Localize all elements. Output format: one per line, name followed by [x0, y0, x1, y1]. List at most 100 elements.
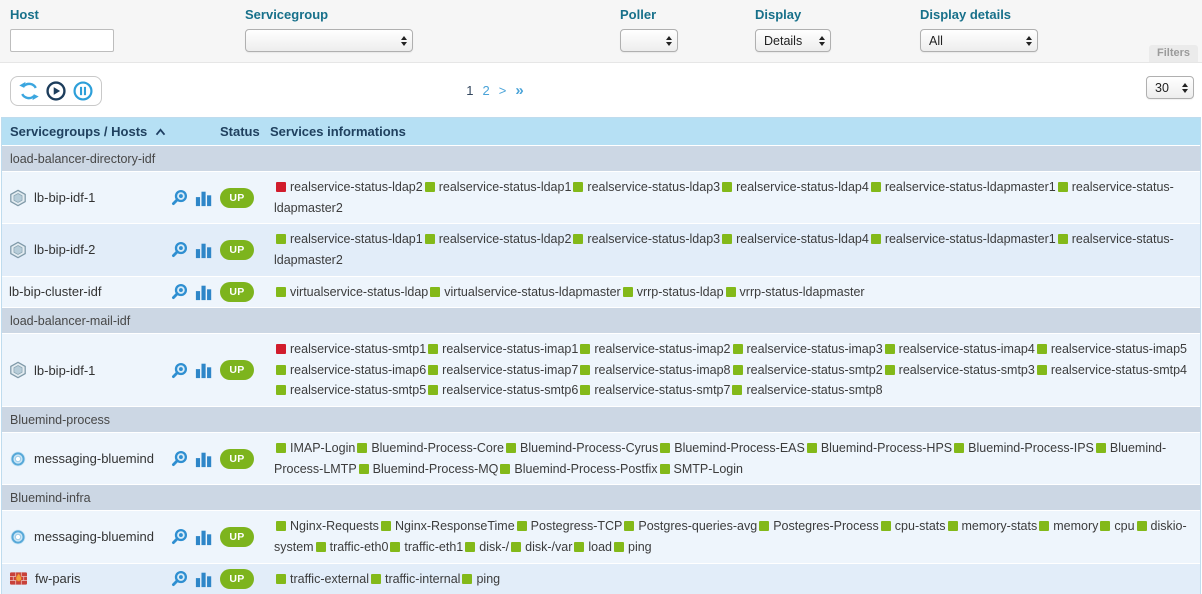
service-item[interactable]: Bluemind-Process-HPS	[805, 441, 952, 455]
host-name[interactable]: lb-bip-cluster-idf	[9, 284, 101, 299]
service-item[interactable]: cpu	[1098, 519, 1134, 533]
view-host-details-button[interactable]	[170, 240, 189, 259]
service-item[interactable]: traffic-eth0	[314, 540, 389, 554]
page-size-select[interactable]: 30	[1146, 76, 1194, 99]
service-item[interactable]: Bluemind-Process-EAS	[658, 441, 805, 455]
service-item[interactable]: virtualservice-status-ldapmaster	[428, 285, 620, 299]
service-item[interactable]: Postegress-TCP	[515, 519, 623, 533]
host-name[interactable]: lb-bip-idf-2	[34, 242, 95, 257]
view-host-details-button[interactable]	[170, 282, 189, 301]
view-host-details-button[interactable]	[170, 449, 189, 468]
service-item[interactable]: realservice-status-ldap1	[274, 232, 423, 246]
service-item[interactable]: Nginx-ResponseTime	[379, 519, 515, 533]
next-page-icon[interactable]: >	[499, 83, 507, 98]
host-graphs-button[interactable]	[195, 283, 213, 301]
service-item[interactable]: realservice-status-smtp5	[274, 383, 426, 397]
column-header-status[interactable]: Status	[220, 124, 270, 139]
display-details-select[interactable]: All	[920, 29, 1038, 52]
service-item[interactable]: Bluemind-Process-MQ	[357, 462, 499, 476]
host-filter-input[interactable]	[10, 29, 114, 52]
service-item[interactable]: realservice-status-ldap2	[274, 180, 423, 194]
service-item[interactable]: realservice-status-imap4	[883, 342, 1035, 356]
service-item[interactable]: disk-/var	[509, 540, 572, 554]
host-name[interactable]: lb-bip-idf-1	[34, 190, 95, 205]
host-graphs-button[interactable]	[195, 450, 213, 468]
host-graphs-button[interactable]	[195, 241, 213, 259]
service-status-square	[462, 574, 472, 584]
service-item[interactable]: realservice-status-ldap3	[571, 232, 720, 246]
service-item[interactable]: realservice-status-ldap4	[720, 232, 869, 246]
service-item[interactable]: load	[572, 540, 612, 554]
service-item[interactable]: Postgres-queries-avg	[622, 519, 757, 533]
service-item[interactable]: ping	[612, 540, 652, 554]
service-item[interactable]: realservice-status-imap5	[1035, 342, 1187, 356]
service-item[interactable]: traffic-eth1	[388, 540, 463, 554]
view-host-details-button[interactable]	[170, 188, 189, 207]
service-item[interactable]: realservice-status-imap8	[578, 363, 730, 377]
host-graphs-button[interactable]	[195, 361, 213, 379]
service-item[interactable]: realservice-status-imap6	[274, 363, 426, 377]
host-graphs-button[interactable]	[195, 189, 213, 207]
service-item[interactable]: ping	[460, 572, 500, 586]
service-item[interactable]: realservice-status-imap1	[426, 342, 578, 356]
service-item[interactable]: realservice-status-smtp7	[578, 383, 730, 397]
service-item[interactable]: realservice-status-ldap1	[423, 180, 572, 194]
host-graphs-button[interactable]	[195, 570, 213, 588]
service-item[interactable]: Bluemind-Process-IPS	[952, 441, 1094, 455]
service-item[interactable]: Postegres-Process	[757, 519, 879, 533]
service-item[interactable]: Bluemind-Process-Cyrus	[504, 441, 658, 455]
column-header-hosts[interactable]: Servicegroups / Hosts	[2, 124, 220, 139]
service-item[interactable]: IMAP-Login	[274, 441, 355, 455]
view-host-details-button[interactable]	[170, 527, 189, 546]
service-name: virtualservice-status-ldapmaster	[444, 285, 620, 299]
host-name[interactable]: lb-bip-idf-1	[34, 363, 95, 378]
host-graphs-button[interactable]	[195, 528, 213, 546]
page-link[interactable]: 2	[483, 83, 490, 98]
service-status-square	[381, 521, 391, 531]
service-item[interactable]: realservice-status-imap7	[426, 363, 578, 377]
servicegroup-select[interactable]	[245, 29, 413, 52]
select-arrows-icon	[666, 36, 672, 46]
host-actions	[170, 282, 220, 301]
service-status-square	[357, 443, 367, 453]
column-header-services[interactable]: Services informations	[270, 124, 1200, 139]
select-arrows-icon	[819, 36, 825, 46]
service-item[interactable]: cpu-stats	[879, 519, 946, 533]
service-item[interactable]: memory	[1037, 519, 1098, 533]
service-item[interactable]: realservice-status-smtp8	[730, 383, 882, 397]
host-name[interactable]: fw-paris	[35, 571, 81, 586]
service-item[interactable]: realservice-status-smtp6	[426, 383, 578, 397]
service-item[interactable]: realservice-status-smtp2	[731, 363, 883, 377]
service-status-square	[881, 521, 891, 531]
service-item[interactable]: Bluemind-Process-Core	[355, 441, 504, 455]
poller-select[interactable]	[620, 29, 678, 52]
service-item[interactable]: disk-/	[463, 540, 509, 554]
service-item[interactable]: memory-stats	[946, 519, 1038, 533]
service-item[interactable]: traffic-external	[274, 572, 369, 586]
service-item[interactable]: realservice-status-imap2	[578, 342, 730, 356]
service-item[interactable]: virtualservice-status-ldap	[274, 285, 428, 299]
service-name: memory	[1053, 519, 1098, 533]
service-item[interactable]: realservice-status-ldap2	[423, 232, 572, 246]
service-item[interactable]: realservice-status-smtp4	[1035, 363, 1187, 377]
service-item[interactable]: Bluemind-Process-Postfix	[498, 462, 657, 476]
service-item[interactable]: realservice-status-ldapmaster1	[869, 180, 1056, 194]
service-item[interactable]: realservice-status-ldap4	[720, 180, 869, 194]
service-item[interactable]: vrrp-status-ldap	[621, 285, 724, 299]
service-item[interactable]: realservice-status-imap3	[731, 342, 883, 356]
service-item[interactable]: realservice-status-ldapmaster1	[869, 232, 1056, 246]
service-status-square	[517, 521, 527, 531]
view-host-details-button[interactable]	[170, 361, 189, 380]
host-name[interactable]: messaging-bluemind	[34, 451, 154, 466]
service-item[interactable]: traffic-internal	[369, 572, 461, 586]
service-item[interactable]: realservice-status-ldap3	[571, 180, 720, 194]
service-item[interactable]: realservice-status-smtp1	[274, 342, 426, 356]
view-host-details-button[interactable]	[170, 569, 189, 588]
host-name[interactable]: messaging-bluemind	[34, 529, 154, 544]
service-item[interactable]: SMTP-Login	[658, 462, 743, 476]
display-select[interactable]: Details	[755, 29, 831, 52]
service-item[interactable]: Nginx-Requests	[274, 519, 379, 533]
service-item[interactable]: realservice-status-smtp3	[883, 363, 1035, 377]
last-page-icon[interactable]: »	[515, 82, 523, 99]
service-item[interactable]: vrrp-status-ldapmaster	[724, 285, 865, 299]
